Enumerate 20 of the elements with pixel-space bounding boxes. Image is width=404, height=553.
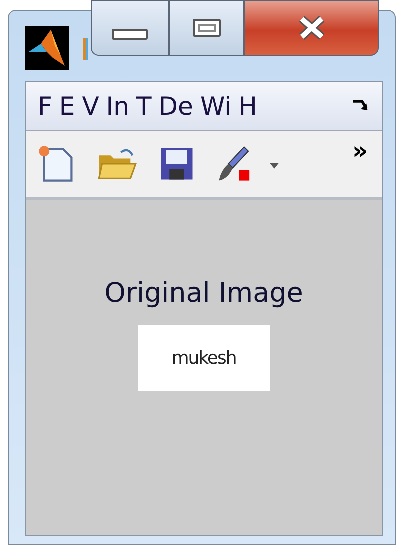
maximize-button[interactable]: [169, 0, 244, 56]
close-button[interactable]: [244, 0, 379, 56]
toolbar-overflow-chevron[interactable]: »: [352, 137, 368, 165]
menu-item[interactable]: F: [38, 92, 52, 120]
dropdown-caret-icon[interactable]: [270, 163, 279, 169]
menu-item[interactable]: E: [59, 92, 76, 120]
minimize-icon: [112, 28, 148, 40]
plot-title: Original Image: [104, 278, 304, 309]
close-icon: [296, 16, 326, 40]
minimize-button[interactable]: [91, 0, 169, 56]
image-text: mukesh: [172, 348, 236, 368]
menu-item[interactable]: De: [158, 92, 194, 120]
title-text-fragment: [83, 38, 88, 60]
maximize-icon: [192, 19, 220, 37]
menu-item[interactable]: Wi: [200, 92, 232, 120]
menu-item[interactable]: V: [82, 92, 100, 120]
menu-item[interactable]: T: [136, 92, 152, 120]
app-logo-icon: [25, 26, 69, 70]
menu-item[interactable]: In: [106, 92, 130, 120]
menu-item[interactable]: H: [238, 92, 258, 120]
